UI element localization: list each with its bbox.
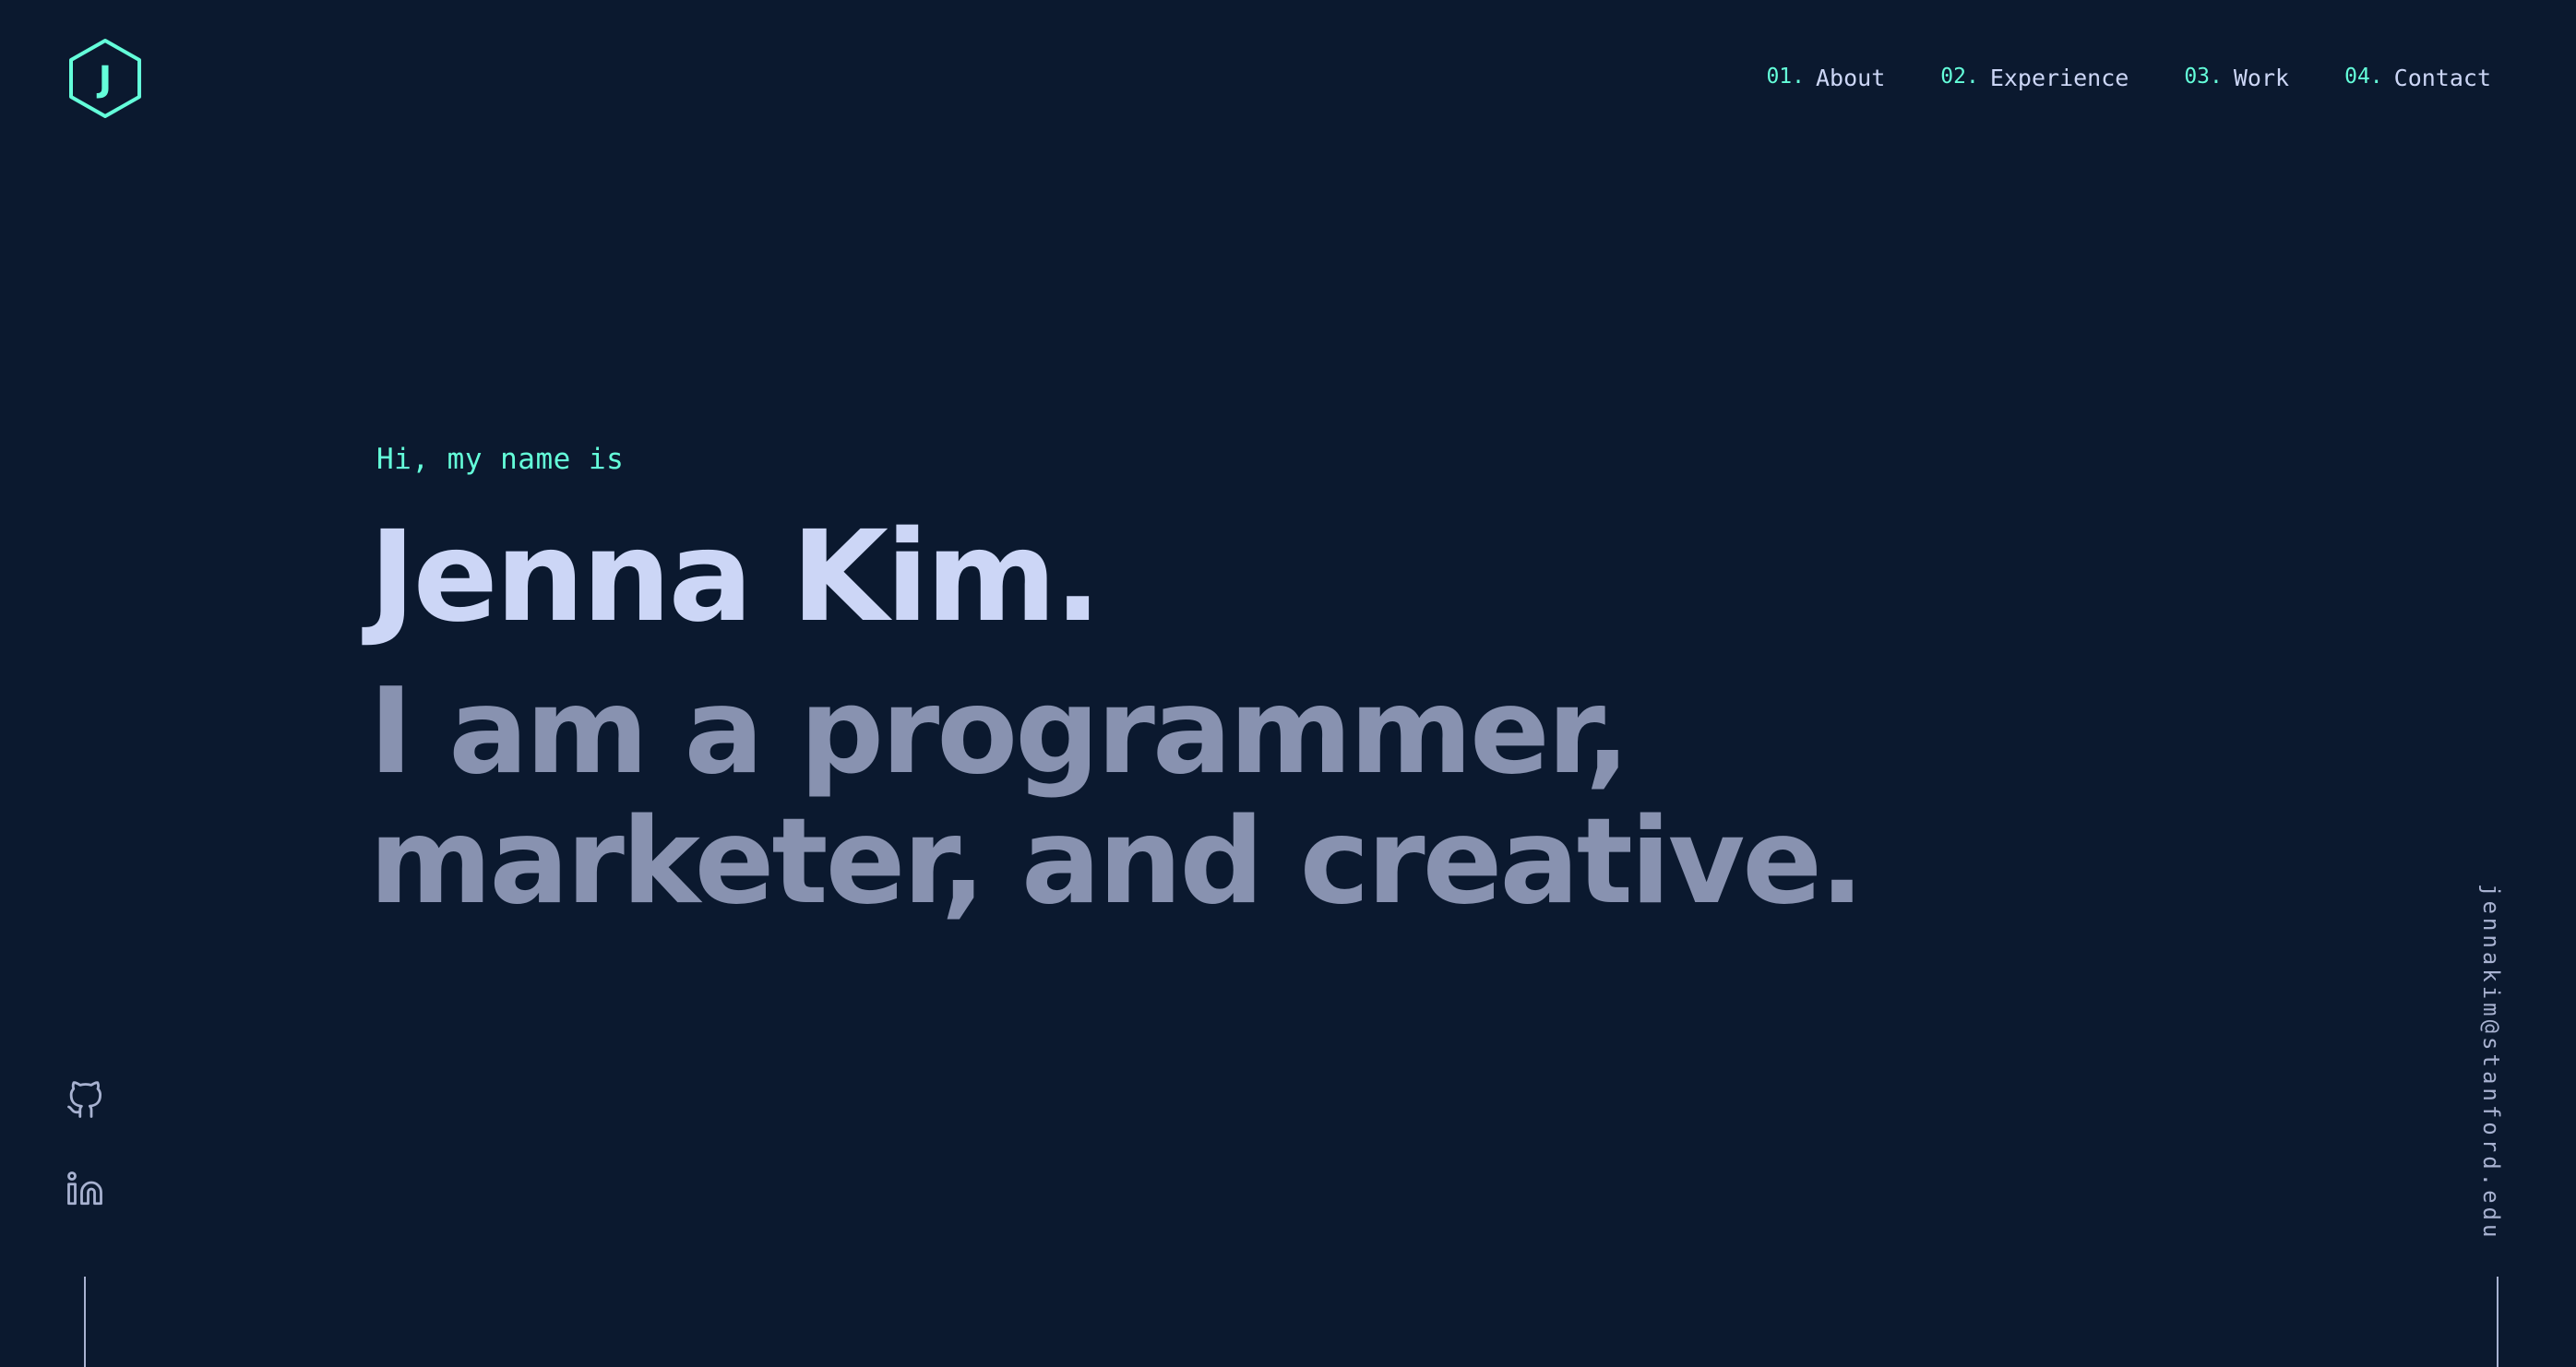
nav-item-label: Experience [1989,65,2129,91]
nav-item-number: 02. [1940,65,1979,89]
nav-item-number: 04. [2344,65,2383,89]
hero-name: Jenna Kim. [369,505,1102,650]
right-divider-line [2497,1277,2498,1367]
nav-item-about[interactable]: 01. About [1766,65,1885,91]
email-link[interactable]: jennakim@stanford.edu [2478,884,2504,1241]
github-link[interactable] [61,1079,109,1122]
nav-item-work[interactable]: 03. Work [2184,65,2289,91]
nav-item-contact[interactable]: 04. Contact [2344,65,2491,91]
github-icon [67,1081,102,1118]
hero-greeting: Hi, my name is [376,443,625,476]
logo-letter: J [98,59,113,100]
main-nav: 01. About 02. Experience 03. Work 04. Co… [1766,65,2491,91]
social-links [61,1079,109,1210]
linkedin-icon [67,1171,102,1206]
nav-item-label: Work [2233,65,2290,91]
nav-item-number: 01. [1766,65,1805,89]
nav-item-number: 03. [2184,65,2223,89]
nav-item-label: About [1816,65,1886,91]
linkedin-link[interactable] [61,1168,109,1210]
logo-link[interactable]: J [66,37,144,120]
nav-item-label: Contact [2393,65,2491,91]
nav-item-experience[interactable]: 02. Experience [1940,65,2129,91]
hero-section: Hi, my name is Jenna Kim. I am a program… [369,443,2214,928]
hero-tagline: I am a programmer, marketer, and creativ… [369,663,1865,931]
left-divider-line [84,1277,86,1367]
